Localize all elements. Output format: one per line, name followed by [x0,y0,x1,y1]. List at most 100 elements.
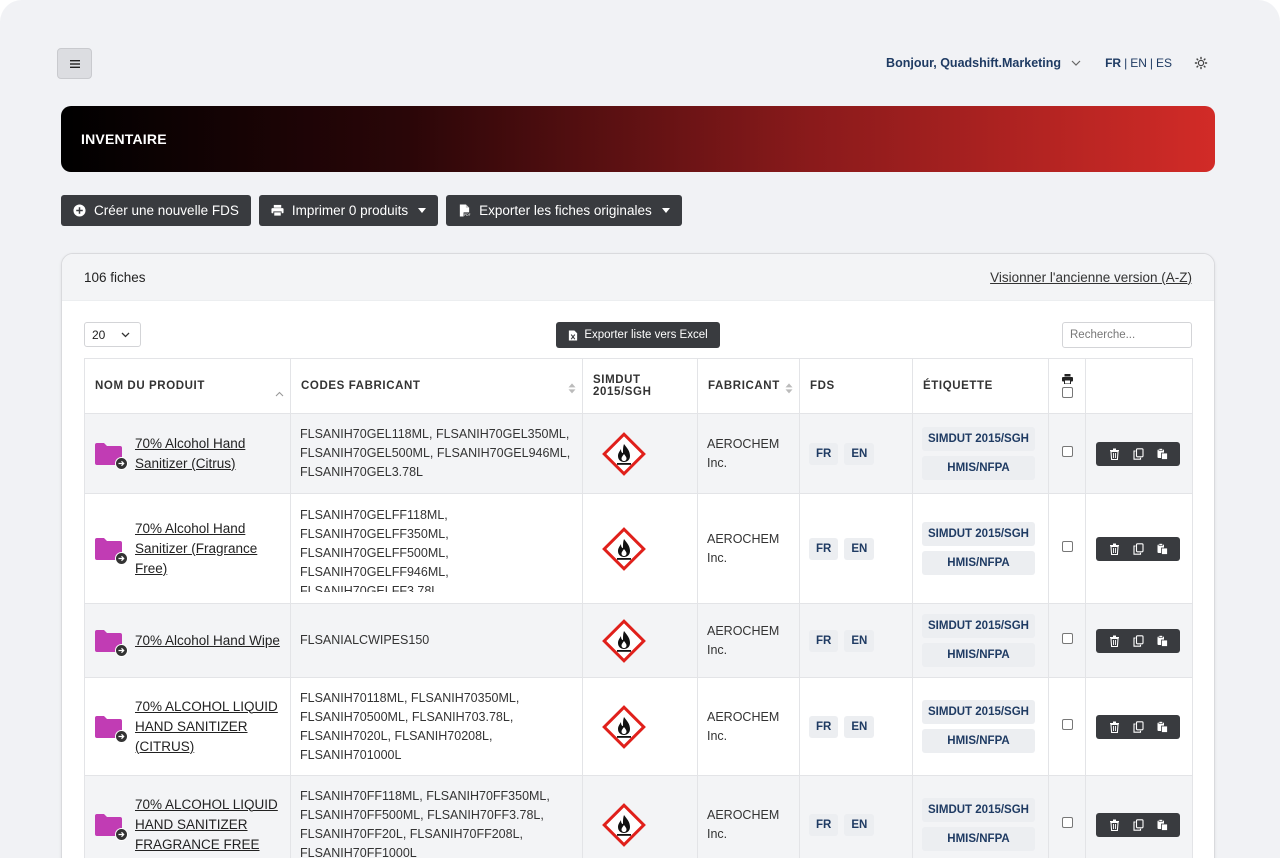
fds-en-button[interactable]: EN [844,715,875,738]
ghs-flame-icon[interactable] [602,431,646,476]
ghs-flame-icon[interactable] [602,526,646,571]
label-hmis-button[interactable]: HMIS/NFPA [922,456,1035,480]
paste-icon[interactable] [1157,720,1168,733]
folder-icon[interactable] [94,537,128,565]
arrow-right-circle-icon [115,456,128,470]
label-simdut-button[interactable]: SIMDUT 2015/SGH [922,614,1035,638]
label-simdut-button[interactable]: SIMDUT 2015/SGH [922,427,1035,451]
folder-icon[interactable] [94,442,128,470]
col-fds: FDS [799,358,913,414]
search-input[interactable] [1062,322,1192,348]
fds-en-button[interactable]: EN [844,442,875,465]
row-actions-cell [1085,413,1193,494]
label-hmis-button[interactable]: HMIS/NFPA [922,729,1035,753]
product-link[interactable]: 70% Alcohol Hand Sanitizer (Citrus) [135,434,281,474]
row-print-checkbox[interactable] [1061,719,1073,730]
fds-fr-button[interactable]: FR [809,442,839,465]
product-link[interactable]: 70% ALCOHOL LIQUID HAND SANITIZER (CITRU… [135,697,281,757]
simdut-cell [582,493,698,604]
ghs-flame-icon[interactable] [602,802,646,847]
label-simdut-button[interactable]: SIMDUT 2015/SGH [922,700,1035,724]
label-cell: SIMDUT 2015/SGH HMIS/NFPA [912,603,1049,678]
label-simdut-button[interactable]: SIMDUT 2015/SGH [922,522,1035,546]
manufacturer-cell: AEROCHEM Inc. [697,493,800,604]
menu-toggle-button[interactable] [57,48,92,79]
col-manufacturer[interactable]: FABRICANT [697,358,800,414]
folder-icon[interactable] [94,715,128,743]
sort-asc-icon [275,391,284,397]
lang-en[interactable]: EN [1130,56,1147,70]
manufacturer-codes-cell: FLSANIH70GEL118ML, FLSANIH70GEL350ML, FL… [290,413,583,494]
excel-file-icon [569,329,578,341]
fds-en-button[interactable]: EN [844,813,875,836]
folder-icon[interactable] [94,813,128,841]
print-select-cell [1048,603,1086,678]
print-select-cell [1048,413,1086,494]
trash-icon[interactable] [1109,721,1120,733]
select-all-checkbox[interactable] [1061,387,1073,398]
paste-icon[interactable] [1157,634,1168,647]
trash-icon[interactable] [1109,635,1120,647]
copy-icon[interactable] [1132,818,1144,831]
greeting-text: Bonjour, Quadshift.Marketing [886,56,1062,70]
manufacturer-cell: AEROCHEM Inc. [697,775,800,858]
ghs-flame-icon[interactable] [602,704,646,749]
copy-icon[interactable] [1132,634,1144,647]
row-print-checkbox[interactable] [1061,541,1073,552]
simdut-cell [582,413,698,494]
fds-en-button[interactable]: EN [844,537,875,560]
product-link[interactable]: 70% Alcohol Hand Sanitizer (Fragrance Fr… [135,519,281,579]
col-manufacturer-codes[interactable]: CODES FABRICANT [290,358,583,414]
trash-icon[interactable] [1109,448,1120,460]
hamburger-icon [69,59,80,68]
paste-icon[interactable] [1157,818,1168,831]
folder-icon[interactable] [94,629,128,657]
create-sds-label: Créer une nouvelle FDS [94,203,239,218]
user-menu[interactable]: Bonjour, Quadshift.Marketing [886,56,1081,70]
table-row: 70% ALCOHOL LIQUID HAND SANITIZER (CITRU… [84,677,1193,776]
label-simdut-button[interactable]: SIMDUT 2015/SGH [922,798,1035,822]
paste-icon[interactable] [1157,447,1168,460]
row-print-checkbox[interactable] [1061,817,1073,828]
lang-fr[interactable]: FR [1105,56,1121,70]
col-product-name[interactable]: NOM DU PRODUIT [84,358,291,414]
export-excel-button[interactable]: Exporter liste vers Excel [556,322,720,348]
fds-fr-button[interactable]: FR [809,537,839,560]
fds-fr-button[interactable]: FR [809,715,839,738]
export-originals-button[interactable]: PDF Exporter les fiches originales [446,195,682,226]
row-print-checkbox[interactable] [1061,633,1073,644]
fds-fr-button[interactable]: FR [809,629,839,652]
fds-fr-button[interactable]: FR [809,813,839,836]
create-sds-button[interactable]: Créer une nouvelle FDS [61,195,251,226]
label-cell: SIMDUT 2015/SGH HMIS/NFPA [912,413,1049,494]
label-hmis-button[interactable]: HMIS/NFPA [922,643,1035,667]
product-link[interactable]: 70% Alcohol Hand Wipe [135,631,280,651]
top-right-bar: Bonjour, Quadshift.Marketing FR | EN | ES [886,56,1208,70]
ghs-flame-icon[interactable] [602,618,646,663]
row-tools [1096,441,1180,466]
trash-icon[interactable] [1109,543,1120,555]
row-actions-cell [1085,775,1193,858]
copy-icon[interactable] [1132,720,1144,733]
paste-icon[interactable] [1157,542,1168,555]
print-products-button[interactable]: Imprimer 0 produits [258,195,439,226]
trash-icon[interactable] [1109,819,1120,831]
print-select-cell [1048,493,1086,604]
fds-en-button[interactable]: EN [844,629,875,652]
label-hmis-button[interactable]: HMIS/NFPA [922,827,1035,851]
manufacturer-cell: AEROCHEM Inc. [697,677,800,776]
lang-es[interactable]: ES [1156,56,1172,70]
row-tools [1096,714,1180,739]
product-link[interactable]: 70% ALCOHOL LIQUID HAND SANITIZER FRAGRA… [135,795,281,855]
copy-icon[interactable] [1132,447,1144,460]
label-cell: SIMDUT 2015/SGH HMIS/NFPA [912,677,1049,776]
label-hmis-button[interactable]: HMIS/NFPA [922,551,1035,575]
copy-icon[interactable] [1132,542,1144,555]
app-frame: Bonjour, Quadshift.Marketing FR | EN | ES IN… [0,0,1280,858]
gear-icon[interactable] [1194,56,1208,70]
product-cell: 70% Alcohol Hand Wipe [84,603,291,678]
inventory-table: NOM DU PRODUIT CODES FABRICANT SIMDUT 20… [84,358,1193,858]
old-version-link[interactable]: Visionner l'ancienne version (A-Z) [990,270,1192,285]
row-print-checkbox[interactable] [1061,446,1073,457]
page-size-select[interactable]: 20 [84,322,141,347]
